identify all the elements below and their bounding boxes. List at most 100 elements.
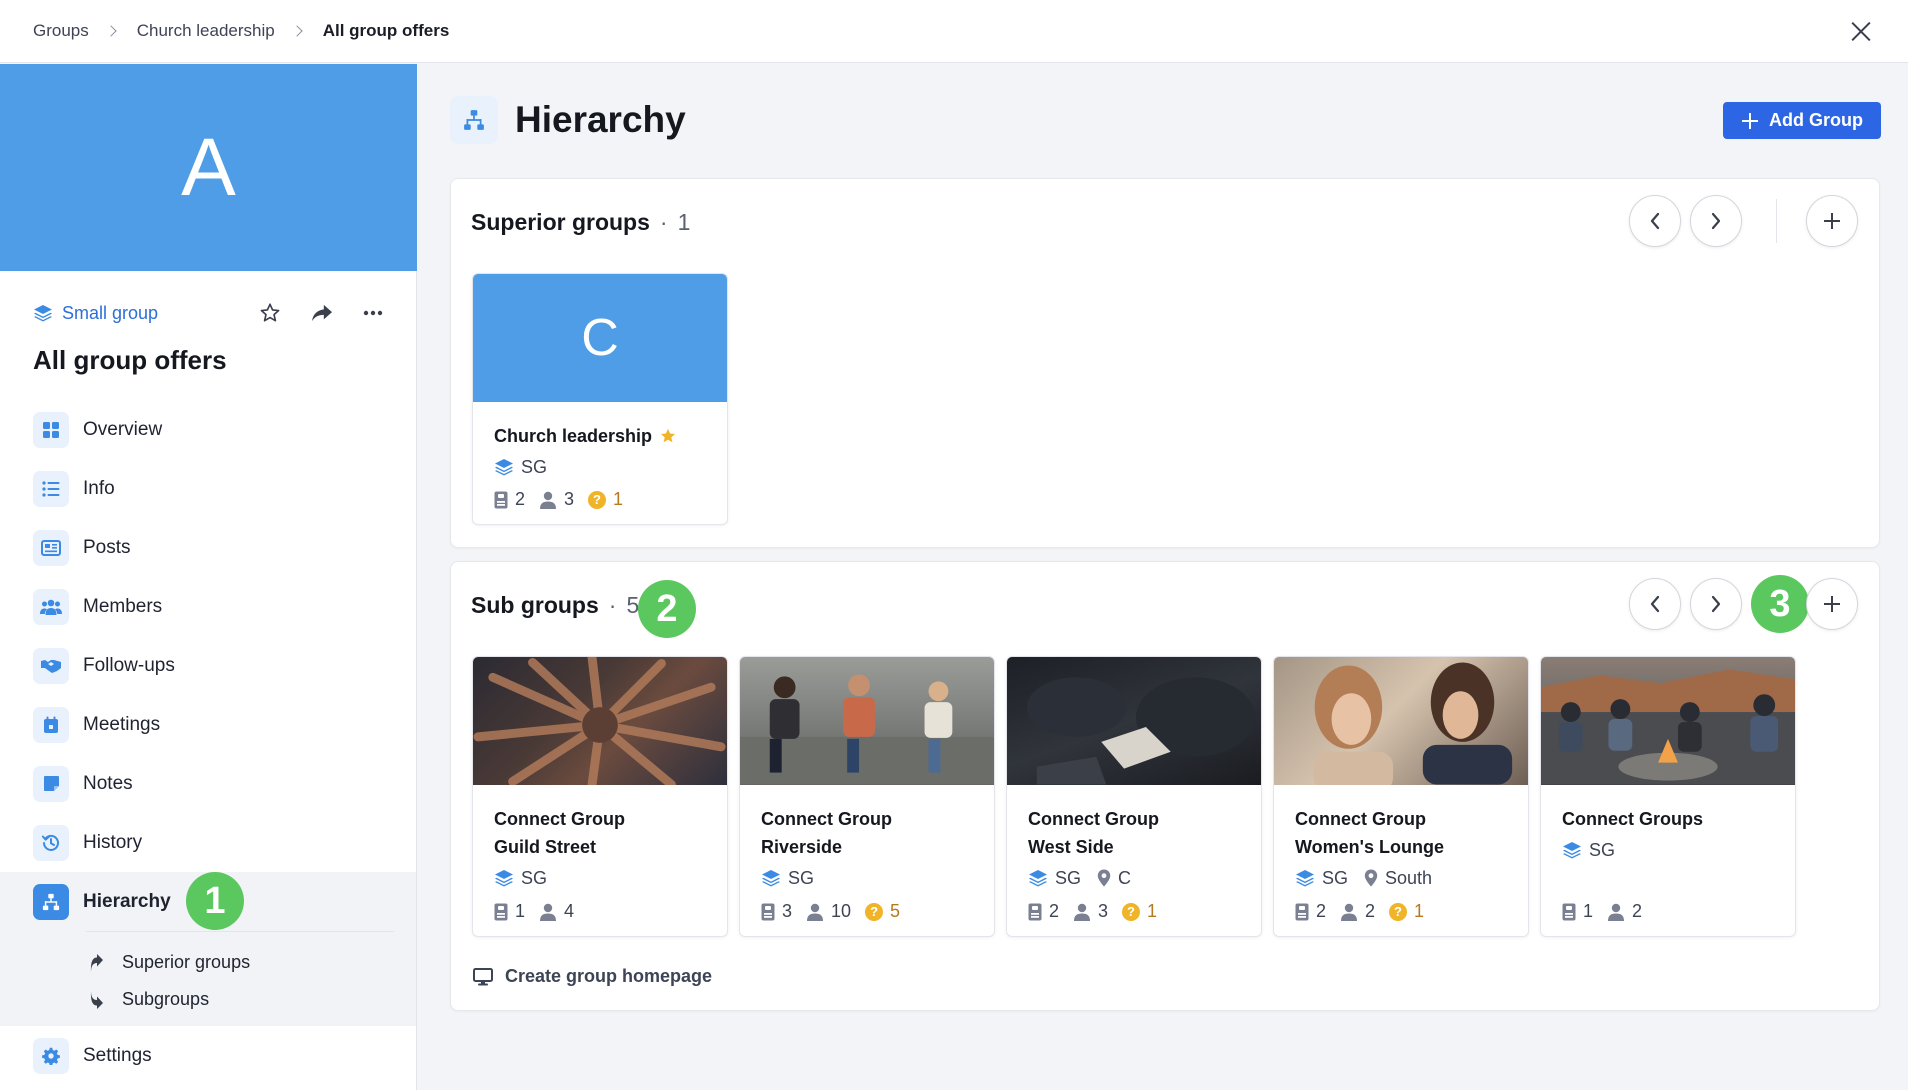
callout-marker-1: 1 — [186, 872, 244, 930]
page-title: Hierarchy — [515, 99, 686, 140]
card-stats: 2 3 ? 1 — [1028, 901, 1171, 922]
group-actions — [259, 302, 383, 324]
card-photo — [1007, 657, 1261, 785]
card-name: Connect Group Guild Street — [494, 805, 706, 861]
card-name-line1: Connect Group — [494, 809, 625, 829]
handshake-icon — [33, 647, 69, 684]
card-body: Connect Groups SG — [1541, 785, 1795, 863]
layers-icon — [494, 458, 514, 476]
stat-value: 3 — [1098, 901, 1109, 921]
stat-requests: ? 1 — [1122, 901, 1157, 922]
star-icon[interactable] — [259, 302, 281, 324]
sidebar-subitem-subgroups[interactable]: Subgroups — [0, 981, 416, 1018]
chevron-left-icon — [1650, 212, 1660, 230]
card-name: Connect Group Riverside — [761, 805, 973, 861]
breadcrumb-groups[interactable]: Groups — [33, 21, 89, 41]
group-card[interactable]: Connect Groups SG 1 2 — [1540, 656, 1796, 937]
badge-icon — [1028, 903, 1042, 921]
hierarchy-icon — [33, 883, 69, 920]
stat-requests: ? 5 — [865, 901, 900, 922]
sidebar-item-members[interactable]: Members — [0, 577, 416, 636]
next-button[interactable] — [1690, 578, 1742, 630]
group-card[interactable]: Connect Group Women's Lounge SG South 2 2… — [1273, 656, 1529, 937]
divider — [1776, 199, 1777, 243]
group-card[interactable]: Connect Group Guild Street SG 1 4 — [472, 656, 728, 937]
stat-value: 2 — [1316, 901, 1327, 921]
layers-icon — [494, 869, 514, 887]
badge-icon — [494, 491, 508, 509]
sidebar-item-posts[interactable]: Posts — [0, 518, 416, 577]
chevron-left-icon — [1650, 595, 1660, 613]
question-icon: ? — [1122, 902, 1141, 921]
card-meta: SG C — [1028, 865, 1240, 891]
sidebar-item-meetings[interactable]: Meetings — [0, 695, 416, 754]
card-photo — [1274, 657, 1528, 785]
hierarchy-icon — [450, 96, 498, 144]
card-name: Church leadership — [494, 422, 706, 450]
badge-icon — [761, 903, 775, 921]
group-card[interactable]: C Church leadership SG 2 3 ? 1 — [472, 273, 728, 525]
stat-members: 2 — [1607, 901, 1642, 922]
card-name: Connect Group Women's Lounge — [1295, 805, 1507, 861]
stat-members: 4 — [539, 901, 574, 922]
card-body: Connect Group Women's Lounge SG South — [1274, 785, 1528, 891]
plus-icon — [1824, 596, 1840, 612]
sidebar-item-info[interactable]: Info — [0, 459, 416, 518]
add-group-button[interactable]: Add Group — [1723, 102, 1881, 139]
card-name-line1: Connect Group — [1295, 809, 1426, 829]
history-icon — [33, 824, 69, 861]
add-group-label: Add Group — [1769, 110, 1863, 130]
share-icon[interactable] — [311, 303, 333, 323]
sidebar-item-label: Hierarchy — [83, 890, 171, 912]
prev-button[interactable] — [1629, 578, 1681, 630]
card-photo — [740, 657, 994, 785]
sidebar-subitem-superior-groups[interactable]: Superior groups — [0, 944, 416, 981]
group-type-link[interactable]: Small group — [33, 303, 158, 324]
next-button[interactable] — [1690, 195, 1742, 247]
main-header: Hierarchy — [450, 96, 686, 144]
close-icon[interactable] — [1844, 14, 1878, 48]
separator-dot: · — [659, 209, 668, 235]
person-icon — [539, 491, 557, 509]
sidebar: A Small group All group offers Overview — [0, 64, 417, 1090]
sidebar-item-follow-ups[interactable]: Follow-ups — [0, 636, 416, 695]
card-type: SG — [1322, 867, 1349, 888]
subitem-label: Subgroups — [122, 989, 210, 1009]
breadcrumb: Groups Church leadership All group offer… — [33, 21, 449, 41]
section-count: 1 — [677, 209, 691, 235]
group-type-row: Small group — [0, 299, 416, 327]
more-icon[interactable] — [363, 310, 383, 316]
chevron-right-icon — [1711, 212, 1721, 230]
sidebar-item-settings[interactable]: Settings — [0, 1026, 416, 1085]
chevron-right-icon — [1711, 595, 1721, 613]
sidebar-item-history[interactable]: History — [0, 813, 416, 872]
location-pin-icon — [1364, 869, 1378, 887]
card-meta: SG — [494, 454, 706, 480]
plus-icon — [1824, 213, 1840, 229]
stat-leaders: 2 — [1295, 901, 1326, 922]
group-card[interactable]: Connect Group West Side SG C 2 3 ? 1 — [1006, 656, 1262, 937]
section-title: Superior groups — [471, 209, 650, 235]
stat-value: 2 — [1049, 901, 1060, 921]
card-name-line1: Connect Group — [1028, 809, 1159, 829]
sidebar-item-hierarchy[interactable]: Hierarchy 1 — [0, 872, 416, 931]
create-group-homepage-link[interactable]: Create group homepage — [473, 966, 712, 987]
stat-members: 10 — [806, 901, 851, 922]
person-icon — [1073, 903, 1091, 921]
sidebar-item-notes[interactable]: Notes — [0, 754, 416, 813]
stat-value: 1 — [1147, 901, 1158, 921]
prev-button[interactable] — [1629, 195, 1681, 247]
add-sub-group-button[interactable] — [1806, 578, 1858, 630]
callout-marker-3: 3 — [1751, 575, 1809, 633]
group-card[interactable]: Connect Group Riverside SG 3 10 ? 5 — [739, 656, 995, 937]
superior-groups-panel: Superior groups · 1 C Church leadership … — [450, 178, 1880, 548]
card-type: SG — [788, 867, 815, 888]
sub-groups-panel: Sub groups · 5 2 3 Connect Group Guild St… — [450, 561, 1880, 1011]
sidebar-item-overview[interactable]: Overview — [0, 400, 416, 459]
breadcrumb-church-leadership[interactable]: Church leadership — [137, 21, 275, 41]
card-stats: 1 4 — [494, 901, 588, 922]
stat-requests: ? 1 — [1389, 901, 1424, 922]
list-icon — [33, 470, 69, 507]
campfire-photo — [1541, 669, 1795, 785]
add-superior-group-button[interactable] — [1806, 195, 1858, 247]
